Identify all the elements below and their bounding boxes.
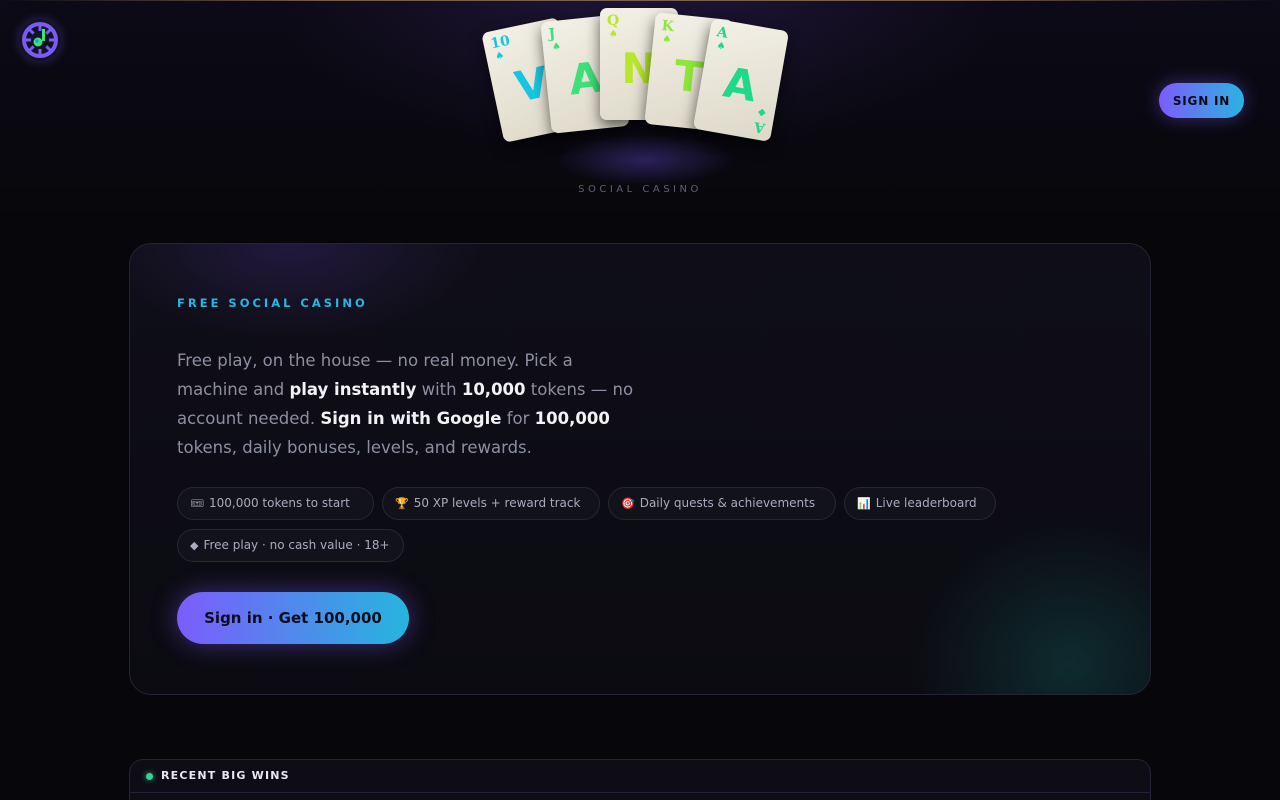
roulette-wheel-icon[interactable] [19,19,61,61]
brand-subtitle: SOCIAL CASINO [578,184,702,195]
lead-text: with [416,380,462,399]
feature-chip-leaderboard: 📊 Live leaderboard [844,487,996,520]
lead-emphasis: 100,000 [534,409,610,428]
lead-emphasis: 10,000 [461,380,526,399]
brand-card-logo: 10 ♠ V J ♠ A Q ♠ N K ♠ T A ♠ A ◆ A [480,0,810,210]
diamond-icon: ◆ [757,106,767,119]
lead-emphasis: play instantly [289,380,417,399]
chip-label: 100,000 tokens to start [208,496,350,510]
chip-label: 50 XP levels + reward track [413,496,581,510]
lead-emphasis: Sign in with Google [320,409,502,428]
ticket-icon: 🎟 [190,497,204,510]
hero-description: Free play, on the house — no real money.… [177,346,647,462]
hero-card: FREE SOCIAL CASINO Free play, on the hou… [129,243,1151,695]
recent-wins-title: RECENT BIG WINS [161,769,290,782]
spade-icon: ♠ [715,40,727,53]
hero-eyebrow: FREE SOCIAL CASINO [177,296,368,310]
spade-icon: ♠ [661,34,672,46]
diamond-icon: ◆ [190,539,199,552]
chip-label: Free play · no cash value · 18+ [203,538,390,552]
target-icon: 🎯 [621,497,635,510]
card-rank-bottom: A [752,118,767,136]
sign-in-get-tokens-button[interactable]: Sign in · Get 100,000 [177,592,409,644]
spade-icon: ♠ [494,50,506,63]
card-rank: K [660,17,675,36]
recent-wins-header: RECENT BIG WINS [130,760,1150,793]
feature-chip-quests: 🎯 Daily quests & achievements [608,487,836,520]
feature-chip-levels: 🏆 50 XP levels + reward track [382,487,600,520]
page: 10 ♠ V J ♠ A Q ♠ N K ♠ T A ♠ A ◆ A SOCIA… [0,0,1280,800]
card-rank: J [547,25,557,43]
chart-icon: 📊 [857,497,871,510]
spade-icon: ♠ [609,29,618,40]
trophy-icon: 🏆 [395,497,409,510]
lead-text: for [501,409,535,428]
chip-label: Live leaderboard [875,496,977,510]
card-rank: A [715,24,730,42]
spade-icon: ♠ [551,41,562,54]
card-rank: Q [607,13,620,29]
lead-text: tokens, daily bonuses, levels, and rewar… [177,438,532,457]
chip-label: Daily quests & achievements [639,496,816,510]
live-dot-icon [146,773,153,780]
feature-chip-disclaimer: ◆ Free play · no cash value · 18+ [177,529,404,562]
recent-wins-panel: RECENT BIG WINS [129,759,1151,800]
card-letter: A [719,57,761,112]
card-rank: 10 [489,32,512,53]
feature-chip-tokens: 🎟 100,000 tokens to start [177,487,374,520]
sign-in-button[interactable]: SIGN IN [1159,83,1244,118]
